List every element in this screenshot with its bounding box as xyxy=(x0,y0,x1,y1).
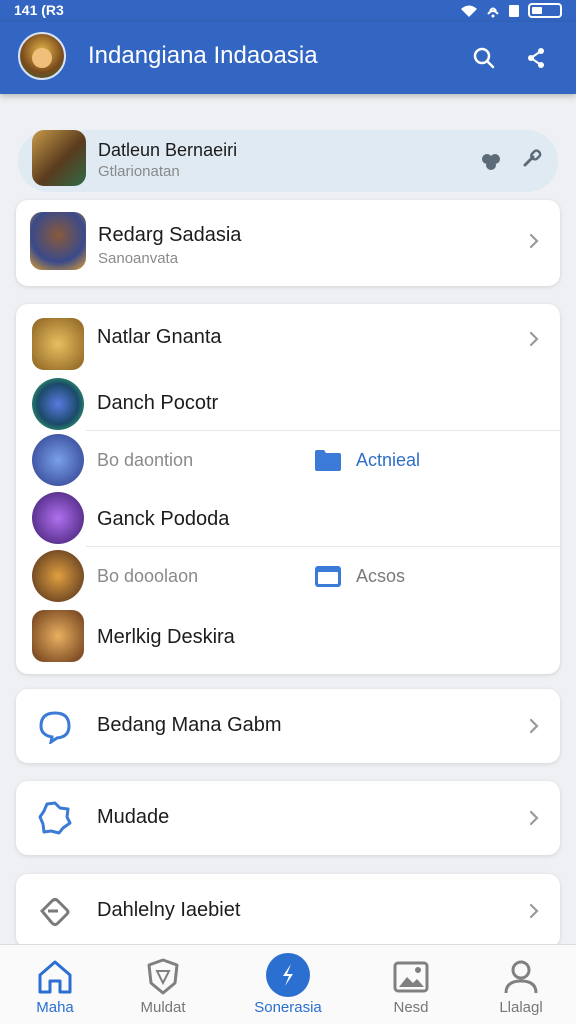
featured-avatar xyxy=(32,130,86,186)
redarg-subtitle: Sanoanvata xyxy=(98,250,179,267)
menu-item-label: Mudade xyxy=(97,806,170,828)
list-item[interactable]: Merlkig Deskira xyxy=(16,608,560,666)
tab-home[interactable]: Maha xyxy=(0,945,110,1024)
redarg-avatar xyxy=(30,212,86,270)
tab-label: Nesd xyxy=(393,999,429,1016)
tab-label: Maha xyxy=(36,999,74,1016)
signal-icon xyxy=(487,7,499,17)
tab-label: Llalagl xyxy=(499,999,543,1016)
featured-item[interactable]: Datleun Bernaeiri Gtlarionatan xyxy=(18,130,558,192)
sim-icon xyxy=(509,4,519,17)
clover-icon[interactable] xyxy=(480,150,502,172)
list-item[interactable]: Bo dooolaon Acsos xyxy=(16,550,560,602)
chevron-right-icon xyxy=(529,331,539,347)
share-button[interactable] xyxy=(518,40,554,76)
tab-label: Muldat xyxy=(140,999,186,1016)
tab-nesd[interactable]: Nesd xyxy=(356,945,466,1024)
image-icon xyxy=(393,961,429,993)
person-icon xyxy=(504,960,538,994)
list-item-label: Bo daontion xyxy=(97,450,194,470)
search-button[interactable] xyxy=(466,40,502,76)
bottom-tab-bar: Maha Muldat Sonerasia Nesd Llalagl xyxy=(0,944,576,1024)
tag-icon xyxy=(39,898,70,926)
system-icons xyxy=(460,3,562,18)
orb-avatar xyxy=(32,378,84,430)
badge-icon xyxy=(38,801,72,835)
wifi-icon xyxy=(461,5,477,17)
menu-item-mudade[interactable]: Mudade xyxy=(16,781,560,855)
game-list-card: Natlar Gnanta Danch Pocotr Bo daontion A… xyxy=(16,304,560,674)
featured-subtitle: Gtlarionatan xyxy=(98,163,180,180)
list-item-label: Bo dooolaon xyxy=(97,566,199,586)
chevron-right-icon xyxy=(529,233,539,249)
app-title: Indangiana Indaoasia xyxy=(88,42,318,69)
window-icon xyxy=(315,566,341,587)
redarg-card[interactable]: Redarg Sadasia Sanoanvata xyxy=(16,200,560,286)
activate-link[interactable]: Actnieal xyxy=(356,450,420,471)
list-item-title: Natlar Gnanta xyxy=(97,326,222,348)
menu-item-label: Bedang Mana Gabm xyxy=(97,714,282,736)
redarg-title: Redarg Sadasia xyxy=(98,224,242,246)
swords-avatar xyxy=(32,610,84,662)
list-item-title: Merlkig Deskira xyxy=(97,626,235,648)
tab-profile[interactable]: Llalagl xyxy=(466,945,576,1024)
featured-title: Datleun Bernaeiri xyxy=(98,140,238,160)
gold-shield-avatar xyxy=(32,318,84,370)
status-bar: 141 (R3 xyxy=(0,0,576,22)
tab-muldat[interactable]: Muldat xyxy=(108,945,218,1024)
chat-icon xyxy=(39,711,71,744)
menu-item-label: Dahlelny Iaebiet xyxy=(97,899,241,921)
access-link[interactable]: Acsos xyxy=(356,566,405,587)
status-time: 141 (R3 xyxy=(14,2,64,18)
lightning-icon xyxy=(266,953,310,997)
chevron-right-icon xyxy=(529,718,539,734)
battery-icon xyxy=(528,3,562,18)
link-icon[interactable] xyxy=(520,149,544,173)
menu-item-dahlelny[interactable]: Dahlelny Iaebiet xyxy=(16,874,560,948)
home-icon xyxy=(38,960,72,994)
list-item[interactable]: Natlar Gnanta xyxy=(16,314,560,378)
list-item-title: Danch Pocotr xyxy=(97,392,219,414)
menu-item-bedang[interactable]: Bedang Mana Gabm xyxy=(16,689,560,763)
list-item[interactable]: Ganck Pododa xyxy=(16,490,560,546)
robot-avatar xyxy=(32,434,84,486)
search-icon xyxy=(473,47,495,69)
shield-icon xyxy=(147,958,179,995)
app-bar: Indangiana Indaoasia xyxy=(0,22,576,94)
warrior-avatar xyxy=(32,550,84,602)
chevron-right-icon xyxy=(529,903,539,919)
share-icon xyxy=(528,48,544,68)
crystal-avatar xyxy=(32,492,84,544)
list-item[interactable]: Danch Pocotr xyxy=(16,378,560,430)
tab-label: Sonerasia xyxy=(254,999,322,1016)
tab-sonerasia[interactable]: Sonerasia xyxy=(233,945,343,1024)
folder-icon xyxy=(315,450,341,471)
app-logo xyxy=(18,32,66,80)
chevron-right-icon xyxy=(529,810,539,826)
list-item[interactable]: Bo daontion Actnieal xyxy=(16,434,560,486)
list-item-title: Ganck Pododa xyxy=(97,508,230,530)
